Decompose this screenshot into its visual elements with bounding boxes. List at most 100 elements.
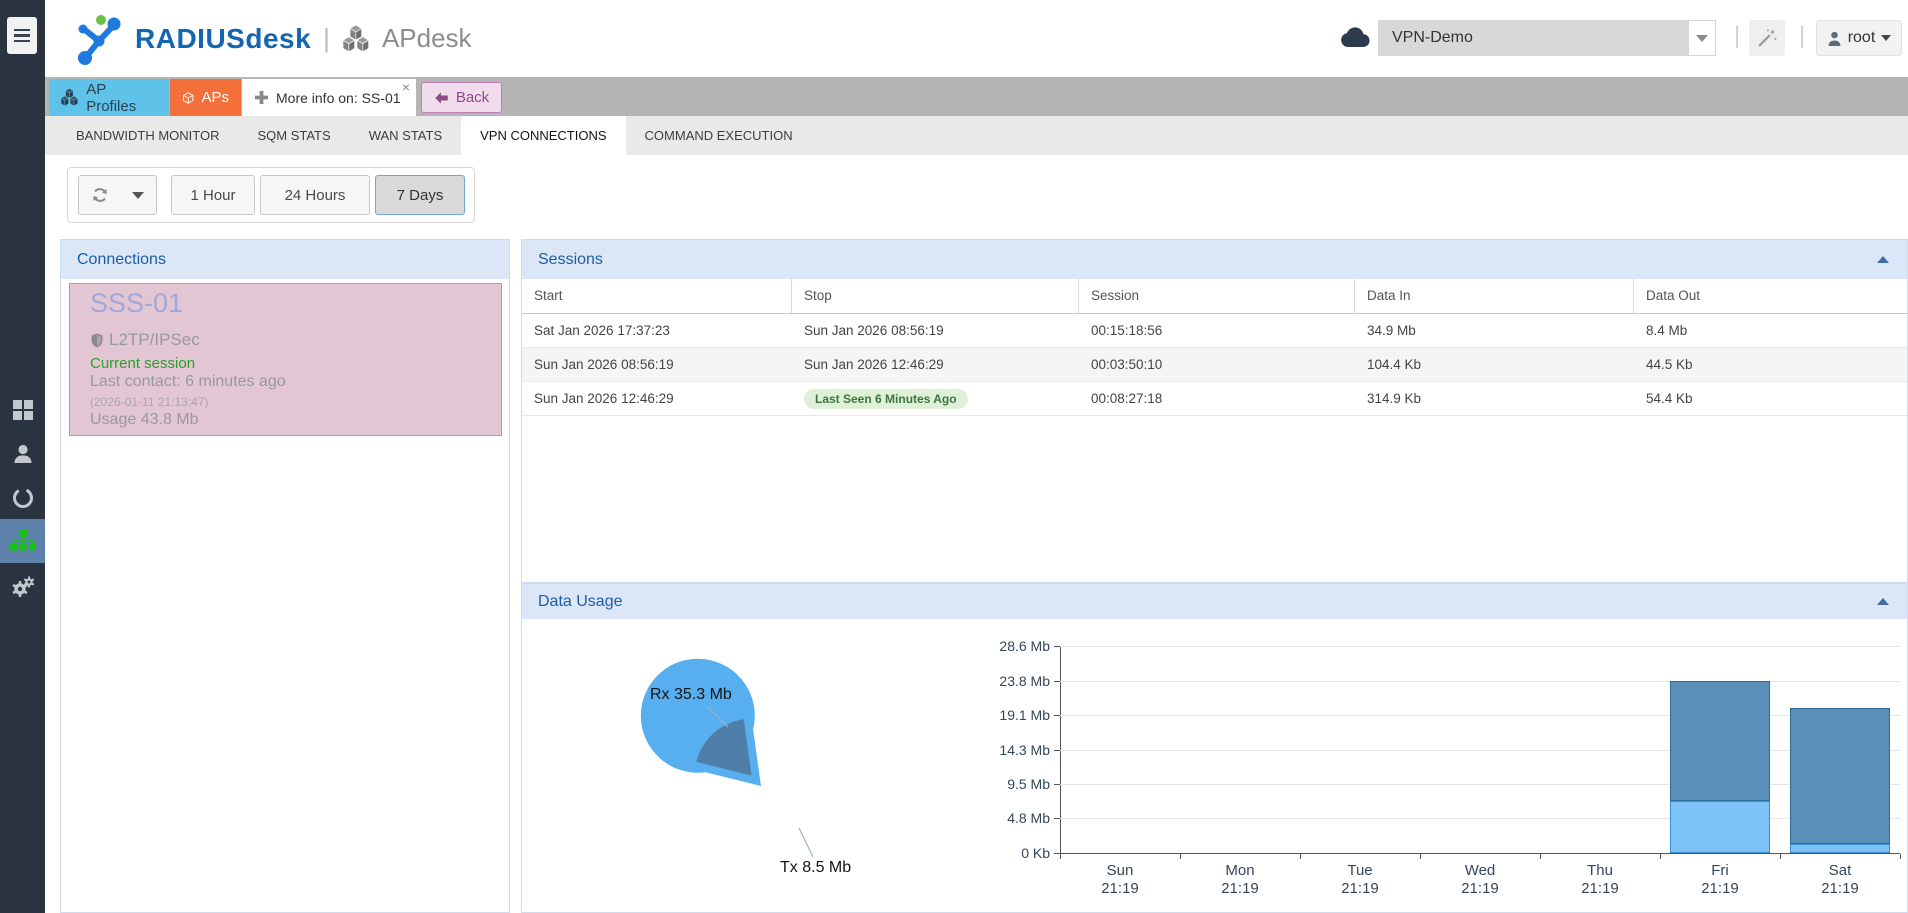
- site-selector[interactable]: VPN-Demo: [1378, 20, 1716, 56]
- column-header-data-in[interactable]: Data In: [1355, 279, 1634, 313]
- pie-label-tx: Tx 8.5 Mb: [780, 859, 851, 876]
- time-range-toolbar: 1 Hour 24 Hours 7 Days: [67, 167, 475, 223]
- menu-toggle-button[interactable]: [7, 17, 37, 54]
- tab-ap-profiles[interactable]: AP Profiles: [49, 79, 169, 116]
- table-row[interactable]: Sun Jan 2026 08:56:19Sun Jan 2026 12:46:…: [522, 348, 1907, 382]
- x-axis-line: [1060, 853, 1900, 854]
- tab-more-info-ss-01[interactable]: More info on: SS-01 ×: [242, 79, 416, 116]
- table-row[interactable]: Sun Jan 2026 12:46:29Last Seen 6 Minutes…: [522, 382, 1907, 416]
- table-row[interactable]: Sat Jan 2026 17:37:23Sun Jan 2026 08:56:…: [522, 314, 1907, 348]
- y-tick: [1054, 646, 1060, 647]
- x-tick: [1060, 854, 1061, 859]
- app-title: RADIUSdesk: [135, 23, 311, 55]
- y-axis-label: 28.6 Mb: [952, 638, 1050, 654]
- subtab-command-execution[interactable]: COMMAND EXECUTION: [626, 116, 812, 155]
- sidebar-item-users[interactable]: [0, 432, 45, 476]
- title-separator: |: [323, 23, 330, 54]
- chevron-down-icon: [1881, 35, 1891, 41]
- y-axis-label: 0 Kb: [952, 845, 1050, 861]
- sidebar-item-network[interactable]: [0, 519, 45, 563]
- x-axis-label: Thu21:19: [1540, 862, 1660, 898]
- connections-panel-header: Connections: [61, 240, 509, 279]
- y-axis-label: 23.8 Mb: [952, 673, 1050, 689]
- refresh-icon: [90, 185, 110, 205]
- bar-tx-segment[interactable]: [1670, 801, 1770, 853]
- cell-data-out: 54.4 Kb: [1634, 382, 1908, 415]
- bar-chart-plot-area: [1060, 646, 1900, 853]
- tab-aps[interactable]: APs: [170, 79, 241, 116]
- refresh-menu-button[interactable]: [120, 175, 157, 215]
- x-axis-label: Sun21:19: [1060, 862, 1180, 898]
- gears-icon: [10, 574, 36, 598]
- gridline: [1060, 750, 1900, 751]
- sessions-panel-header: Sessions: [522, 240, 1907, 279]
- back-button[interactable]: Back: [421, 82, 502, 113]
- sidebar-item-settings[interactable]: [0, 564, 45, 608]
- range-24-hours-button[interactable]: 24 Hours: [260, 175, 370, 215]
- subtab-vpn-connections[interactable]: VPN CONNECTIONS: [461, 116, 625, 155]
- subtab-wan-stats[interactable]: WAN STATS: [350, 116, 461, 155]
- sessions-table-body: Sat Jan 2026 17:37:23Sun Jan 2026 08:56:…: [522, 314, 1907, 416]
- tab-label: More info on: SS-01: [276, 90, 401, 106]
- y-tick: [1054, 818, 1060, 819]
- cell-data-out: 8.4 Mb: [1634, 314, 1908, 347]
- x-tick: [1180, 854, 1181, 859]
- x-axis-label: Mon21:19: [1180, 862, 1300, 898]
- connection-card-sss-01[interactable]: SSS-01 L2TP/IPSec Current session Last c…: [69, 283, 502, 436]
- box-icon: [182, 89, 194, 107]
- column-header-stop[interactable]: Stop: [792, 279, 1079, 313]
- sidebar-item-dashboard[interactable]: [0, 388, 45, 432]
- panel-title: Data Usage: [538, 593, 623, 610]
- close-icon[interactable]: ×: [402, 80, 410, 94]
- vpn-type-label: L2TP/IPSec: [109, 330, 200, 350]
- network-tree-icon: [10, 530, 36, 552]
- vpn-type-row: L2TP/IPSec: [90, 330, 200, 350]
- subtab-sqm-stats[interactable]: SQM STATS: [238, 116, 349, 155]
- sidebar-item-activity[interactable]: [0, 476, 45, 520]
- column-header-data-out[interactable]: Data Out: [1634, 279, 1908, 313]
- cell-session: 00:03:50:10: [1079, 348, 1355, 381]
- sessions-panel: Sessions Start Stop Session Data In Data…: [521, 239, 1908, 583]
- collapse-icon[interactable]: [1877, 598, 1889, 605]
- users-icon: [11, 442, 35, 466]
- gridline: [1060, 784, 1900, 785]
- wizard-button[interactable]: [1749, 20, 1785, 56]
- y-tick: [1054, 715, 1060, 716]
- secondary-tab-bar: BANDWIDTH MONITORSQM STATSWAN STATSVPN C…: [45, 116, 1908, 155]
- x-tick: [1780, 854, 1781, 859]
- x-tick: [1660, 854, 1661, 859]
- x-tick: [1300, 854, 1301, 859]
- y-axis-label: 9.5 Mb: [952, 776, 1050, 792]
- column-header-start[interactable]: Start: [522, 279, 792, 313]
- panel-title: Sessions: [538, 251, 603, 268]
- back-label: Back: [456, 89, 489, 106]
- sessions-table-header: Start Stop Session Data In Data Out: [522, 279, 1907, 314]
- cell-stop: Sun Jan 2026 12:46:29: [792, 348, 1079, 381]
- brand-block: RADIUSdesk | APdesk: [73, 0, 472, 77]
- user-menu-button[interactable]: root: [1816, 20, 1902, 56]
- cell-data-in: 314.9 Kb: [1355, 382, 1634, 415]
- tab-label: AP Profiles: [86, 81, 157, 115]
- x-tick: [1420, 854, 1421, 859]
- x-tick: [1540, 854, 1541, 859]
- column-header-session[interactable]: Session: [1079, 279, 1355, 313]
- subtab-bandwidth-monitor[interactable]: BANDWIDTH MONITOR: [57, 116, 238, 155]
- person-icon: [1827, 30, 1842, 47]
- main-tab-bar: AP Profiles APs More info on: SS-01 × Ba…: [45, 77, 1908, 116]
- chevron-down-icon[interactable]: [1688, 20, 1716, 56]
- bar-rx-segment[interactable]: [1670, 681, 1770, 801]
- bar-tx-segment[interactable]: [1790, 844, 1890, 853]
- x-tick: [1900, 854, 1901, 859]
- refresh-button[interactable]: [78, 175, 121, 215]
- dashboard-grid-icon: [11, 398, 35, 422]
- usage-bar-chart: 0 Kb4.8 Mb9.5 Mb14.3 Mb19.1 Mb23.8 Mb28.…: [952, 619, 1907, 912]
- range-1-hour-button[interactable]: 1 Hour: [171, 175, 255, 215]
- ring-icon: [11, 486, 35, 510]
- range-7-days-button[interactable]: 7 Days: [375, 175, 465, 215]
- module-title: APdesk: [382, 23, 472, 54]
- collapse-icon[interactable]: [1877, 256, 1889, 263]
- session-status: Current session: [90, 355, 195, 372]
- tab-label: APs: [201, 89, 229, 106]
- y-tick: [1054, 784, 1060, 785]
- bar-rx-segment[interactable]: [1790, 708, 1890, 844]
